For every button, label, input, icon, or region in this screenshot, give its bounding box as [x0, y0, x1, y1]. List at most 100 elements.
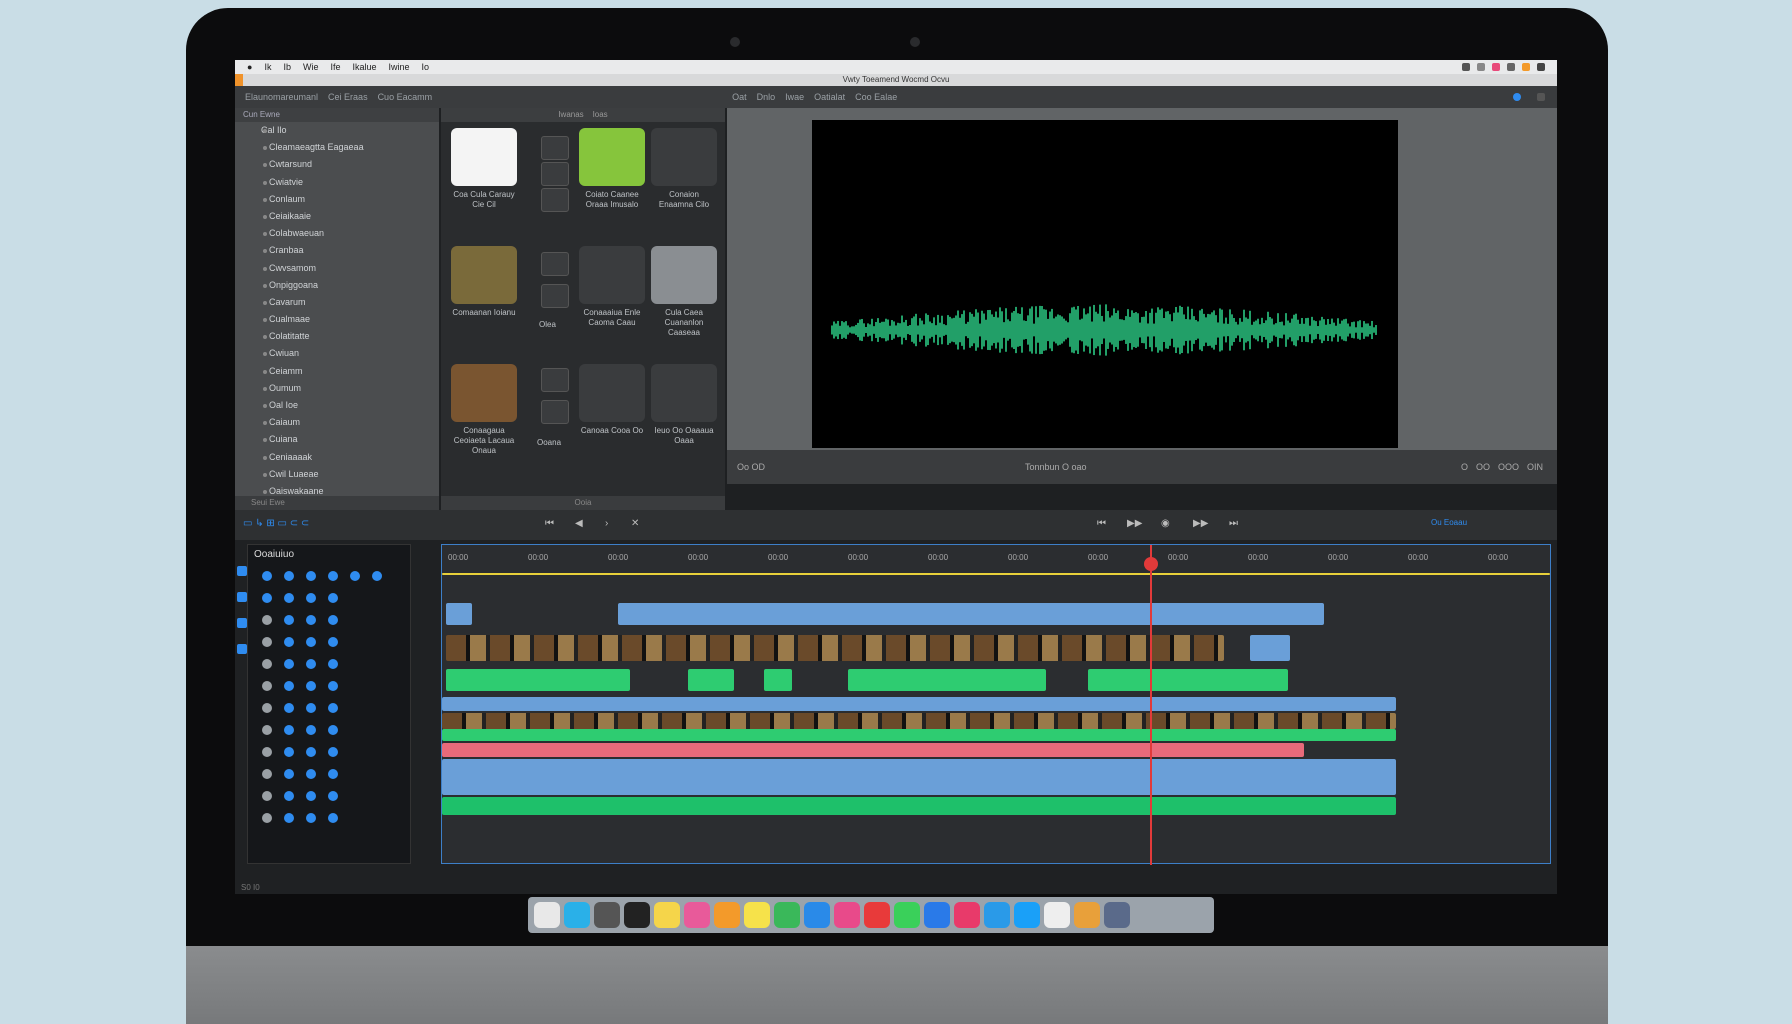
track-control-icon[interactable]	[328, 791, 338, 801]
dock-mail-icon[interactable]	[564, 902, 590, 928]
toolbar-item[interactable]: Elaunomareumanl	[245, 92, 318, 102]
dock-photos-icon[interactable]	[684, 902, 710, 928]
skip-forward-icon[interactable]: ⏭	[1229, 518, 1238, 529]
track-control-icon[interactable]	[262, 769, 272, 779]
clip-blue[interactable]	[1250, 635, 1290, 661]
dock-stickies-icon[interactable]	[744, 902, 770, 928]
browser-tab[interactable]: Iwanas	[558, 110, 583, 119]
dock-chrome-icon[interactable]	[864, 902, 890, 928]
library-item[interactable]: Cuiana	[235, 431, 439, 448]
play-icon[interactable]: ▶▶	[1127, 518, 1142, 529]
audio-clip[interactable]	[442, 797, 1396, 815]
track-control-icon[interactable]	[262, 703, 272, 713]
status-icon[interactable]	[1477, 63, 1485, 71]
track-control-icon[interactable]	[328, 571, 338, 581]
track-control-icon[interactable]	[262, 593, 272, 603]
toolbar-item[interactable]: Coo Ealae	[855, 92, 897, 102]
audio-clip[interactable]	[1088, 669, 1288, 691]
dock-music2-icon[interactable]	[954, 902, 980, 928]
trim-tool-icon[interactable]	[237, 618, 247, 628]
track-control-icon[interactable]	[328, 747, 338, 757]
track-control-icon[interactable]	[306, 703, 316, 713]
media-tile[interactable]: Conaion Enaamna Cilo	[651, 128, 717, 210]
dock-calendar-icon[interactable]	[1044, 902, 1070, 928]
track-control-icon[interactable]	[328, 593, 338, 603]
track-control-icon[interactable]	[328, 659, 338, 669]
skip-back-icon[interactable]: ⏮	[545, 518, 554, 529]
track-control-icon[interactable]	[306, 769, 316, 779]
tool-icon[interactable]: ▭ ↳ ⊞ ▭ ⊂ ⊂	[243, 518, 309, 529]
track-control-icon[interactable]	[328, 725, 338, 735]
menu-item[interactable]: Ib	[283, 62, 291, 72]
track-control-icon[interactable]	[284, 769, 294, 779]
clip-blue[interactable]	[442, 697, 1396, 711]
dock-maps-icon[interactable]	[774, 902, 800, 928]
track-control-icon[interactable]	[284, 791, 294, 801]
track-control-icon[interactable]	[328, 615, 338, 625]
media-tile[interactable]: Canoaa Cooa Oo	[579, 364, 645, 436]
media-tile[interactable]: Comaanan Ioianu	[451, 246, 517, 318]
mini-tile[interactable]	[541, 400, 569, 424]
library-item[interactable]: Cwiatvie	[235, 174, 439, 191]
dock-finder2-icon[interactable]	[1014, 902, 1040, 928]
viewer-control[interactable]: OIN	[1527, 462, 1543, 472]
library-item[interactable]: Cavarum	[235, 294, 439, 311]
toolbar-item[interactable]: Oatialat	[814, 92, 845, 102]
track-control-icon[interactable]	[328, 703, 338, 713]
track-control-icon[interactable]	[284, 637, 294, 647]
skip-back-icon[interactable]: ⏮	[1097, 518, 1106, 529]
blade-tool-icon[interactable]	[237, 592, 247, 602]
dock-numbers-icon[interactable]	[804, 902, 830, 928]
timeline-tracks[interactable]: 00:00 00:00 00:00 00:00 00:00 00:00 00:00 00:00…	[441, 544, 1551, 865]
track-control-icon[interactable]	[328, 813, 338, 823]
track-control-icon[interactable]	[262, 637, 272, 647]
track-control-icon[interactable]	[306, 659, 316, 669]
timeline-ruler[interactable]: 00:00 00:00 00:00 00:00 00:00 00:00 00:00 00:00…	[442, 545, 1550, 573]
track-control-icon[interactable]	[306, 615, 316, 625]
mini-tile[interactable]	[541, 368, 569, 392]
clip-blue[interactable]	[618, 603, 1324, 625]
library-item[interactable]: Cranbaa	[235, 242, 439, 259]
toolbar-item[interactable]: Cei Eraas	[328, 92, 368, 102]
playhead[interactable]	[1150, 545, 1152, 865]
viewer-control[interactable]: OOO	[1498, 462, 1519, 472]
dock-notes-icon[interactable]	[654, 902, 680, 928]
track-control-icon[interactable]	[262, 571, 272, 581]
menu-item[interactable]: Iwine	[389, 62, 410, 72]
track-control-icon[interactable]	[306, 725, 316, 735]
library-item[interactable]: Onpiggoana	[235, 277, 439, 294]
track-control-icon[interactable]	[284, 615, 294, 625]
toolbar-item[interactable]: Dnlo	[757, 92, 776, 102]
dock-finder-icon[interactable]	[534, 902, 560, 928]
library-item[interactable]: Conlaum	[235, 191, 439, 208]
media-tile[interactable]: Conaaaiua Enle Caoma Caau	[579, 246, 645, 328]
mini-tile[interactable]	[541, 162, 569, 186]
track-control-icon[interactable]	[284, 747, 294, 757]
mini-tile[interactable]	[541, 188, 569, 212]
toolbar-item[interactable]: Cuo Eacamm	[378, 92, 433, 102]
library-item[interactable]: Cwiuan	[235, 345, 439, 362]
dock-terminal-icon[interactable]	[624, 902, 650, 928]
dock-appstore-icon[interactable]	[924, 902, 950, 928]
library-item[interactable]: Cwtarsund	[235, 156, 439, 173]
toolbar-item[interactable]: Iwae	[785, 92, 804, 102]
viewer-control[interactable]: O	[1461, 462, 1468, 472]
dock-messages-icon[interactable]	[894, 902, 920, 928]
track-control-icon[interactable]	[262, 681, 272, 691]
dock-preview-icon[interactable]	[1104, 902, 1130, 928]
track-control-icon[interactable]	[284, 681, 294, 691]
library-item[interactable]: Oal Ioe	[235, 397, 439, 414]
track-control-icon[interactable]	[372, 571, 382, 581]
track-control-icon[interactable]	[306, 571, 316, 581]
menu-item[interactable]: Ikalue	[352, 62, 376, 72]
library-group[interactable]: Cal Ilo	[235, 122, 439, 139]
audio-clip[interactable]	[442, 729, 1396, 741]
track-control-icon[interactable]	[328, 637, 338, 647]
dock-music-icon[interactable]	[834, 902, 860, 928]
audio-clip[interactable]	[764, 669, 792, 691]
track-control-icon[interactable]	[284, 571, 294, 581]
track-control-icon[interactable]	[262, 813, 272, 823]
library-item[interactable]: Oumum	[235, 380, 439, 397]
clip-blue[interactable]	[442, 759, 1396, 795]
media-tile[interactable]: Coiato Caanee Oraaa Imusalo	[579, 128, 645, 210]
